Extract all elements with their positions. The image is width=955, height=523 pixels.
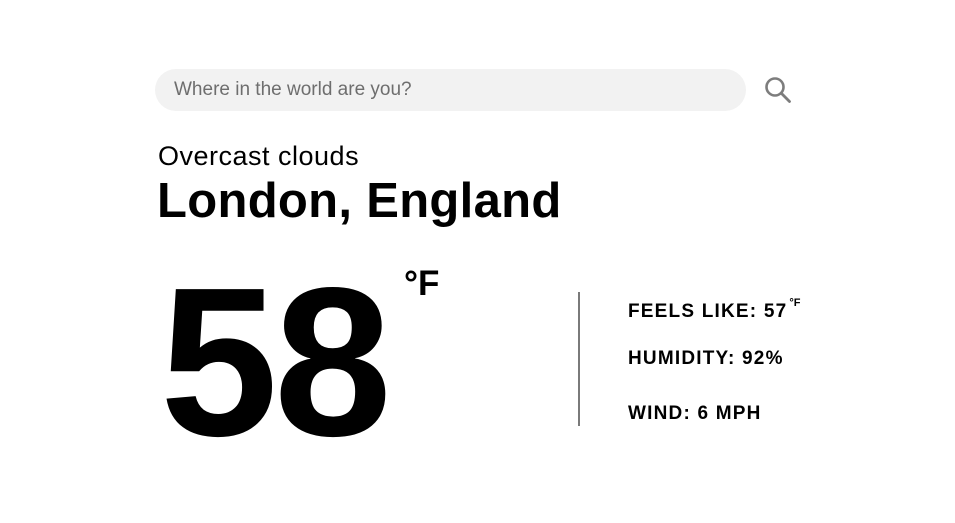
location-name: London, England bbox=[157, 174, 562, 228]
temperature-unit: °F bbox=[404, 264, 440, 303]
feels-like-value: 57 bbox=[763, 301, 788, 322]
wind-stat: WIND: 6 MPH bbox=[628, 403, 762, 425]
search-icon bbox=[762, 74, 794, 106]
humidity-label: HUMIDITY: bbox=[628, 348, 736, 369]
search-input[interactable] bbox=[174, 69, 746, 111]
divider bbox=[578, 292, 580, 426]
feels-like-unit: °F bbox=[789, 297, 801, 309]
temperature-value: 58 bbox=[160, 243, 392, 480]
weather-page: Overcast clouds London, England 58 °F FE… bbox=[0, 0, 955, 523]
humidity-value: 92% bbox=[742, 348, 784, 369]
search-bar[interactable] bbox=[155, 69, 746, 111]
wind-label: WIND: bbox=[628, 403, 691, 424]
feels-like-stat: FEELS LIKE: 57 °F bbox=[628, 292, 800, 323]
feels-like-label: FEELS LIKE: bbox=[628, 301, 758, 322]
weather-condition: Overcast clouds bbox=[158, 141, 360, 171]
humidity-stat: HUMIDITY: 92% bbox=[628, 348, 784, 370]
wind-value: 6 MPH bbox=[697, 403, 762, 424]
search-button[interactable] bbox=[762, 74, 794, 106]
